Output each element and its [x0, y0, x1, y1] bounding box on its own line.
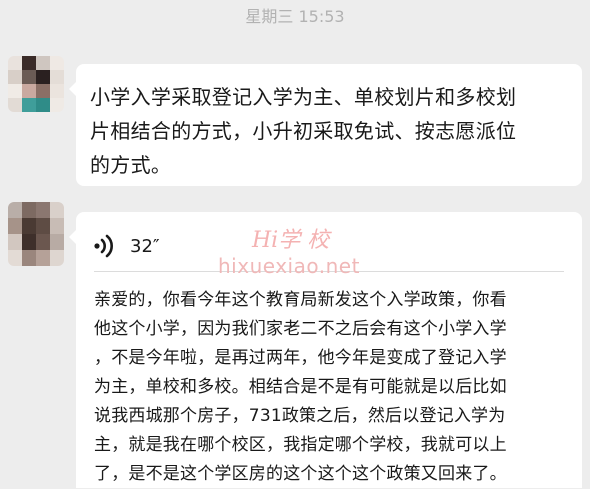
avatar[interactable] [8, 56, 64, 112]
transcript-line: 为主，单校和多校。相结合是不是有可能就是以后比如 [94, 377, 507, 397]
transcript-line: 了，是不是这个学区房的这个这个这个政策又回来了。 [94, 464, 507, 484]
message-line: 的方式。 [90, 153, 172, 177]
transcript-line: 说我西城那个房子，731政策之后，然后以登记入学为 [94, 406, 506, 426]
watermark-url: hixuexiao.net [218, 254, 360, 278]
transcript-line: 主，就是我在哪个校区，我指定哪个学校，我就可以上 [94, 435, 507, 455]
voice-message-player[interactable]: 32″ [94, 232, 160, 260]
avatar[interactable] [8, 202, 64, 266]
message-line: 片相结合的方式，小升初采取免试、按志愿派位 [90, 119, 517, 143]
transcript-line: 亲爱的，你看今年这个教育局新发这个入学政策，你看 [94, 290, 507, 310]
chat-timestamp: 星期三 15:53 [245, 7, 345, 26]
message-bubble-text[interactable]: 小学入学采取登记入学为主、单校划片和多校划 片相结合的方式，小升初采取免试、按志… [69, 64, 582, 186]
message-line: 小学入学采取登记入学为主、单校划片和多校划 [90, 85, 517, 109]
voice-transcript: 亲爱的，你看今年这个教育局新发这个入学政策，你看 他这个小学，因为我们家老二不之… [94, 286, 570, 489]
voice-waves-icon [94, 233, 116, 259]
voice-duration: 32″ [130, 235, 160, 257]
watermark-logo: Hi学 校 [252, 228, 330, 253]
transcript-line: 他这个小学，因为我们家老二不之后会有这个小学入学 [94, 319, 507, 339]
transcript-line: ，不是今年啦，是再过两年，他今年是变成了登记入学 [94, 348, 507, 368]
